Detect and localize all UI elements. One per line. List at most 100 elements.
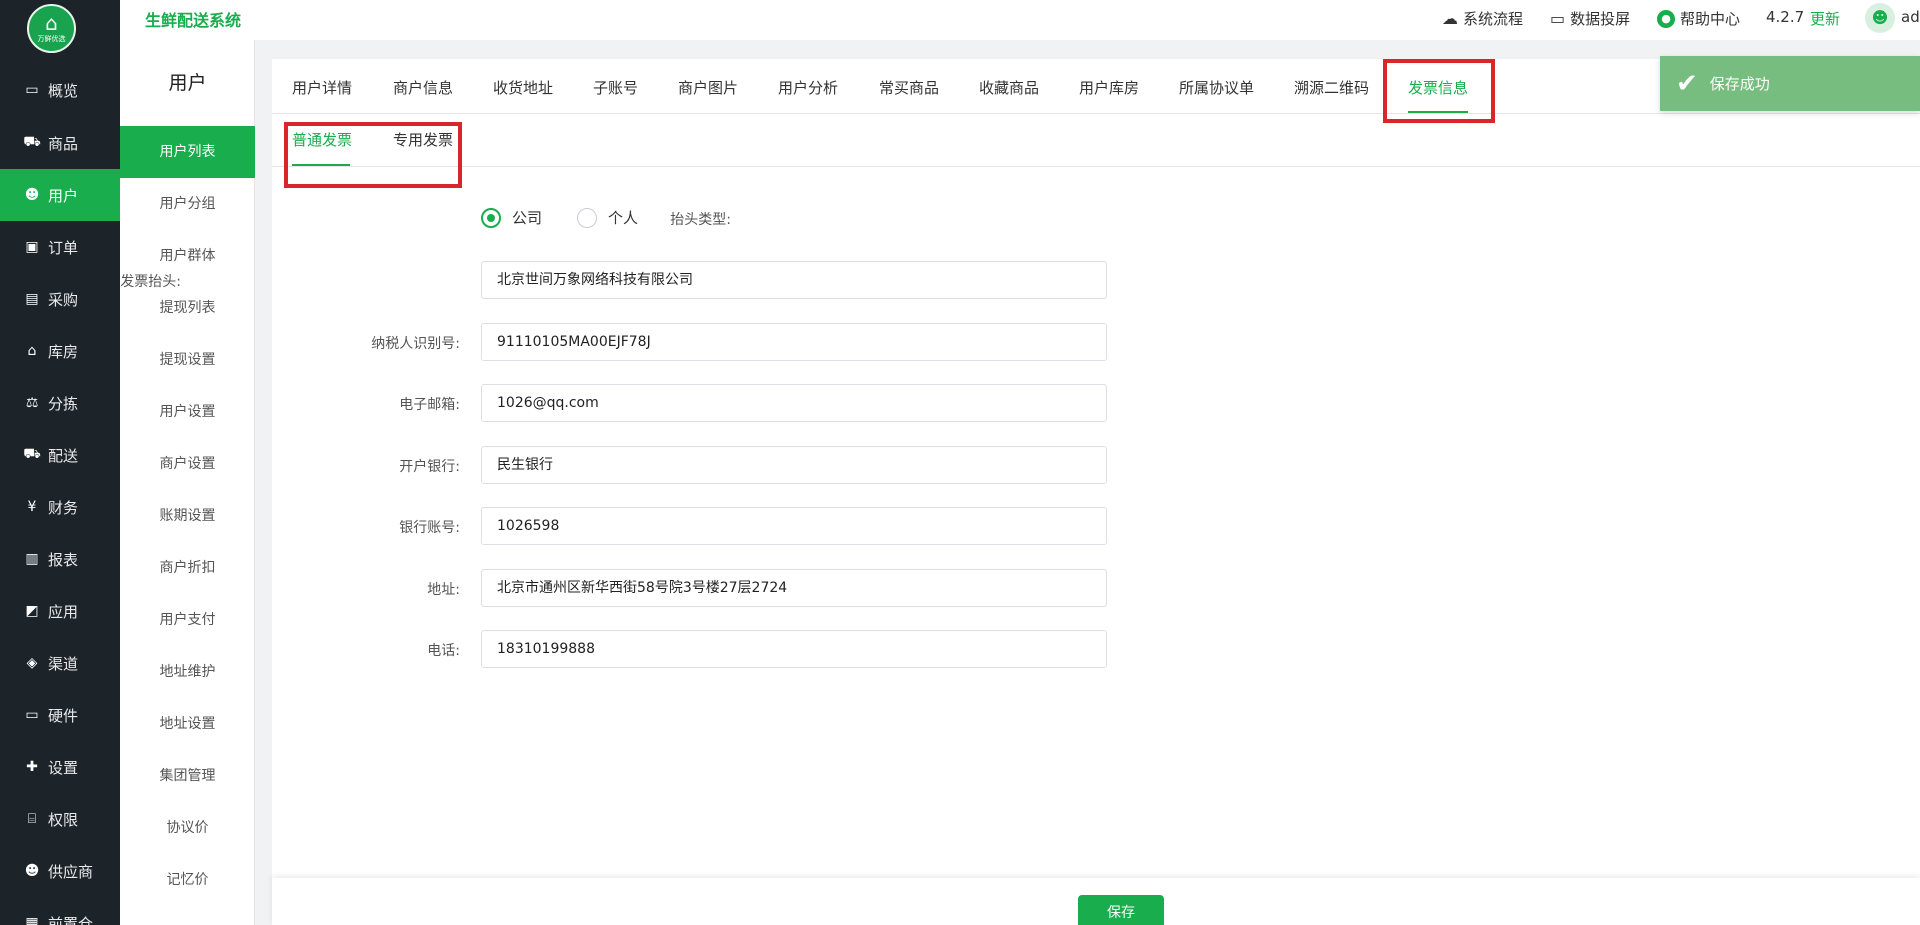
submenu-item-contract-price[interactable]: 协议价 [120, 802, 255, 854]
sidebar-item-label: 财务 [48, 498, 79, 517]
phone-input[interactable]: 18310199888 [481, 630, 1107, 668]
sidebar-item-label: 硬件 [48, 706, 79, 725]
email-label: 电子邮箱: [399, 397, 460, 413]
sidebar-item-finance[interactable]: ¥ 财务 [0, 481, 120, 533]
submenu-item-user-settings[interactable]: 用户设置 [120, 386, 255, 438]
tab-delivery-address[interactable]: 收货地址 [493, 77, 553, 98]
sidebar-item-label: 前置仓 [48, 914, 94, 925]
tab-merchant-info[interactable]: 商户信息 [393, 77, 453, 98]
email-input[interactable]: 1026@qq.com [481, 384, 1107, 422]
logo-mark-icon: ⌂ [45, 11, 58, 35]
tab-sub-accounts[interactable]: 子账号 [593, 77, 638, 98]
sidebar-item-hardware[interactable]: ▭ 硬件 [0, 689, 120, 741]
sidebar-item-label: 应用 [48, 602, 79, 621]
submenu-item-memory-price[interactable]: 记忆价 [120, 854, 255, 906]
system-process-link[interactable]: ☁ 系统流程 [1442, 8, 1523, 29]
submenu-item-address-maintenance[interactable]: 地址维护 [120, 646, 255, 698]
app-icon: ◩ [25, 603, 39, 619]
sidebar-item-permissions[interactable]: ⌸ 权限 [0, 793, 120, 845]
sidebar-item-sorting[interactable]: ⚖ 分拣 [0, 377, 120, 429]
sidebar-item-settings[interactable]: ✚ 设置 [0, 741, 120, 793]
taxpayer-id-input[interactable]: 91110105MA00EJF78J [481, 323, 1107, 361]
sidebar-item-apps[interactable]: ◩ 应用 [0, 585, 120, 637]
submenu-item-user-payment[interactable]: 用户支付 [120, 594, 255, 646]
sidebar-item-label: 权限 [48, 810, 79, 829]
tab-merchant-images[interactable]: 商户图片 [678, 77, 738, 98]
sidebar-item-label: 采购 [48, 290, 79, 309]
bus-icon: ▤ [25, 291, 39, 307]
update-link[interactable]: 更新 [1810, 8, 1840, 29]
highlight-box-invoice-subtabs [284, 122, 462, 188]
bar-chart-icon: ▥ [25, 551, 39, 567]
sidebar-item-users[interactable]: ☻ 用户 [0, 169, 120, 221]
cube-icon: ◈ [26, 655, 38, 671]
username[interactable]: ad [1901, 8, 1920, 26]
bank-name-input[interactable]: 民生银行 [481, 446, 1107, 484]
radio-company[interactable]: 公司 [481, 207, 542, 228]
tab-trace-qrcode[interactable]: 溯源二维码 [1294, 77, 1369, 98]
sidebar-item-delivery[interactable]: ⛟ 配送 [0, 429, 120, 481]
phone-label: 电话: [427, 643, 460, 659]
highlight-box-invoice-tab [1383, 59, 1495, 123]
sidebar-item-channels[interactable]: ◈ 渠道 [0, 637, 120, 689]
puzzle-icon: ✚ [26, 759, 38, 775]
sidebar-item-warehouse[interactable]: ⌂ 库房 [0, 325, 120, 377]
tab-user-warehouse[interactable]: 用户库房 [1079, 77, 1139, 98]
sidebar-item-label: 渠道 [48, 654, 79, 673]
submenu-item-address-settings[interactable]: 地址设置 [120, 698, 255, 750]
data-screen-link[interactable]: ▭ 数据投屏 [1550, 8, 1630, 29]
radio-checked-icon [481, 207, 501, 228]
monitor-icon: ▭ [25, 82, 39, 98]
save-button[interactable]: 保存 [1078, 895, 1164, 925]
users-icon: ☻ [24, 863, 40, 879]
submenu-item-credit-settings[interactable]: 账期设置 [120, 490, 255, 542]
screen-icon: ▭ [1550, 9, 1566, 28]
desktop-icon: ▭ [25, 707, 39, 723]
tab-favorite-goods[interactable]: 收藏商品 [979, 77, 1039, 98]
sidebar-item-label: 订单 [48, 238, 79, 257]
taxpayer-id-label: 纳税人识别号: [371, 336, 460, 352]
invoice-title-label: 发票抬头: [120, 274, 181, 290]
home-icon: ⌂ [27, 343, 37, 359]
sidebar-item-reports[interactable]: ▥ 报表 [0, 533, 120, 585]
sidebar-item-label: 分拣 [48, 394, 79, 413]
submenu-item-merchant-settings[interactable]: 商户设置 [120, 438, 255, 490]
top-header: 生鲜配送系统 ☁ 系统流程 ▭ 数据投屏 ● 帮助中心 4.2.7 更新 ☻ a… [120, 0, 1920, 40]
sidebar-item-overview[interactable]: ▭ 概览 [0, 64, 120, 116]
submenu-item-group-management[interactable]: 集团管理 [120, 750, 255, 802]
sidebar-item-label: 用户 [48, 186, 79, 205]
submenu-item-withdraw-settings[interactable]: 提现设置 [120, 334, 255, 386]
help-center-link[interactable]: ● 帮助中心 [1657, 8, 1740, 29]
app-title: 生鲜配送系统 [145, 11, 242, 30]
invoice-title-input[interactable]: 北京世间万象网络科技有限公司 [481, 261, 1107, 299]
tab-frequent-goods[interactable]: 常买商品 [879, 77, 939, 98]
cloud-icon: ☁ [1442, 9, 1458, 28]
address-input[interactable]: 北京市通州区新华西街58号院3号楼27层2724 [481, 569, 1107, 607]
tab-contracts[interactable]: 所属协议单 [1179, 77, 1254, 98]
tab-user-analysis[interactable]: 用户分析 [778, 77, 838, 98]
bottom-action-bar: 保存 [272, 878, 1920, 925]
sidebar-item-goods[interactable]: ⛟ 商品 [0, 117, 120, 169]
user-avatar-icon[interactable]: ☻ [1865, 3, 1895, 33]
submenu-item-merchant-discount[interactable]: 商户折扣 [120, 542, 255, 594]
location-pin-icon: ● [1657, 9, 1675, 28]
sidebar-item-label: 概览 [48, 81, 79, 100]
sidebar-item-label: 设置 [48, 758, 79, 777]
bank-icon: ⌸ [27, 811, 37, 827]
submenu-item-user-group[interactable]: 用户分组 [120, 178, 255, 230]
sidebar-item-orders[interactable]: ▣ 订单 [0, 221, 120, 273]
logo-text: 万鲜优选 [37, 35, 66, 43]
submenu-item-user-list[interactable]: 用户列表 [120, 126, 255, 178]
radio-personal[interactable]: 个人 [577, 207, 638, 228]
radio-personal-label: 个人 [608, 209, 639, 227]
radio-company-label: 公司 [512, 209, 543, 227]
toast-message: 保存成功 [1709, 75, 1770, 93]
radio-unchecked-icon [577, 207, 597, 228]
sidebar-item-label: 商品 [48, 134, 79, 153]
tab-user-details[interactable]: 用户详情 [292, 77, 352, 98]
bank-account-input[interactable]: 1026598 [481, 507, 1107, 545]
sidebar-item-suppliers[interactable]: ☻ 供应商 [0, 845, 120, 897]
sidebar-item-front-warehouse[interactable]: ▦ 前置仓 [0, 897, 120, 925]
brand-logo[interactable]: ⌂ 万鲜优选 [27, 4, 76, 53]
content-panel: 用户详情 商户信息 收货地址 子账号 商户图片 用户分析 常买商品 收藏商品 用… [120, 59, 1920, 879]
